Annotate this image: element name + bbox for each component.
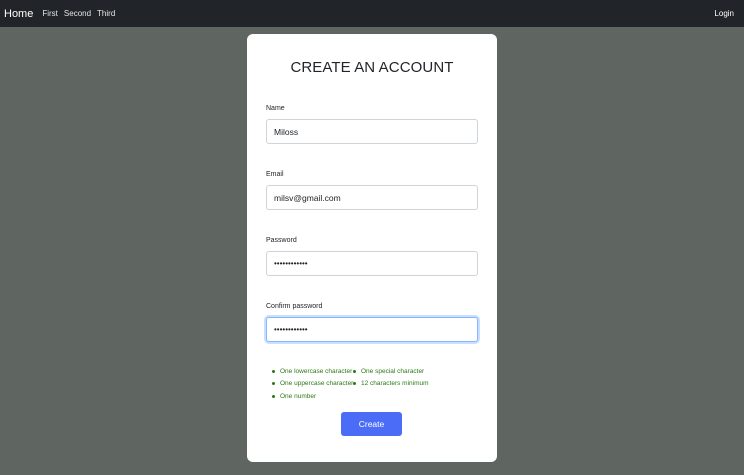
password-input[interactable] bbox=[266, 251, 478, 276]
bullet-icon bbox=[353, 370, 356, 373]
nav-home-link[interactable]: Home bbox=[4, 8, 33, 20]
password-label: Password bbox=[266, 237, 297, 244]
create-account-card: CREATE AN ACCOUNT Name Email Password Co… bbox=[247, 34, 497, 462]
rule-uppercase: One uppercase character bbox=[272, 380, 353, 387]
bullet-icon bbox=[353, 382, 356, 385]
confirm-password-label: Confirm password bbox=[266, 303, 323, 310]
email-label: Email bbox=[266, 171, 284, 178]
rule-length: 12 characters minimum bbox=[353, 380, 429, 387]
rule-special-text: One special character bbox=[361, 368, 425, 375]
bullet-icon bbox=[272, 395, 275, 398]
rule-uppercase-text: One uppercase character bbox=[280, 380, 354, 387]
rule-length-text: 12 characters minimum bbox=[361, 380, 429, 387]
create-button[interactable]: Create bbox=[341, 412, 402, 436]
nav-link-third[interactable]: Third bbox=[97, 9, 115, 18]
rule-special: One special character bbox=[353, 368, 424, 375]
rule-number-text: One number bbox=[280, 393, 317, 400]
page-title: CREATE AN ACCOUNT bbox=[290, 59, 454, 76]
top-navbar: Home First Second Third Login bbox=[0, 0, 744, 27]
nav-link-first[interactable]: First bbox=[42, 9, 58, 18]
nav-right-group: Login bbox=[714, 0, 734, 27]
confirm-password-input[interactable] bbox=[266, 317, 478, 342]
nav-link-second[interactable]: Second bbox=[64, 9, 91, 18]
bullet-icon bbox=[272, 382, 275, 385]
email-input[interactable] bbox=[266, 185, 478, 210]
rule-lowercase: One lowercase character bbox=[272, 368, 352, 375]
rule-number: One number bbox=[272, 393, 316, 400]
name-label: Name bbox=[266, 105, 285, 112]
rule-lowercase-text: One lowercase character bbox=[280, 368, 353, 375]
login-link[interactable]: Login bbox=[714, 9, 734, 18]
name-input[interactable] bbox=[266, 119, 478, 144]
bullet-icon bbox=[272, 370, 275, 373]
